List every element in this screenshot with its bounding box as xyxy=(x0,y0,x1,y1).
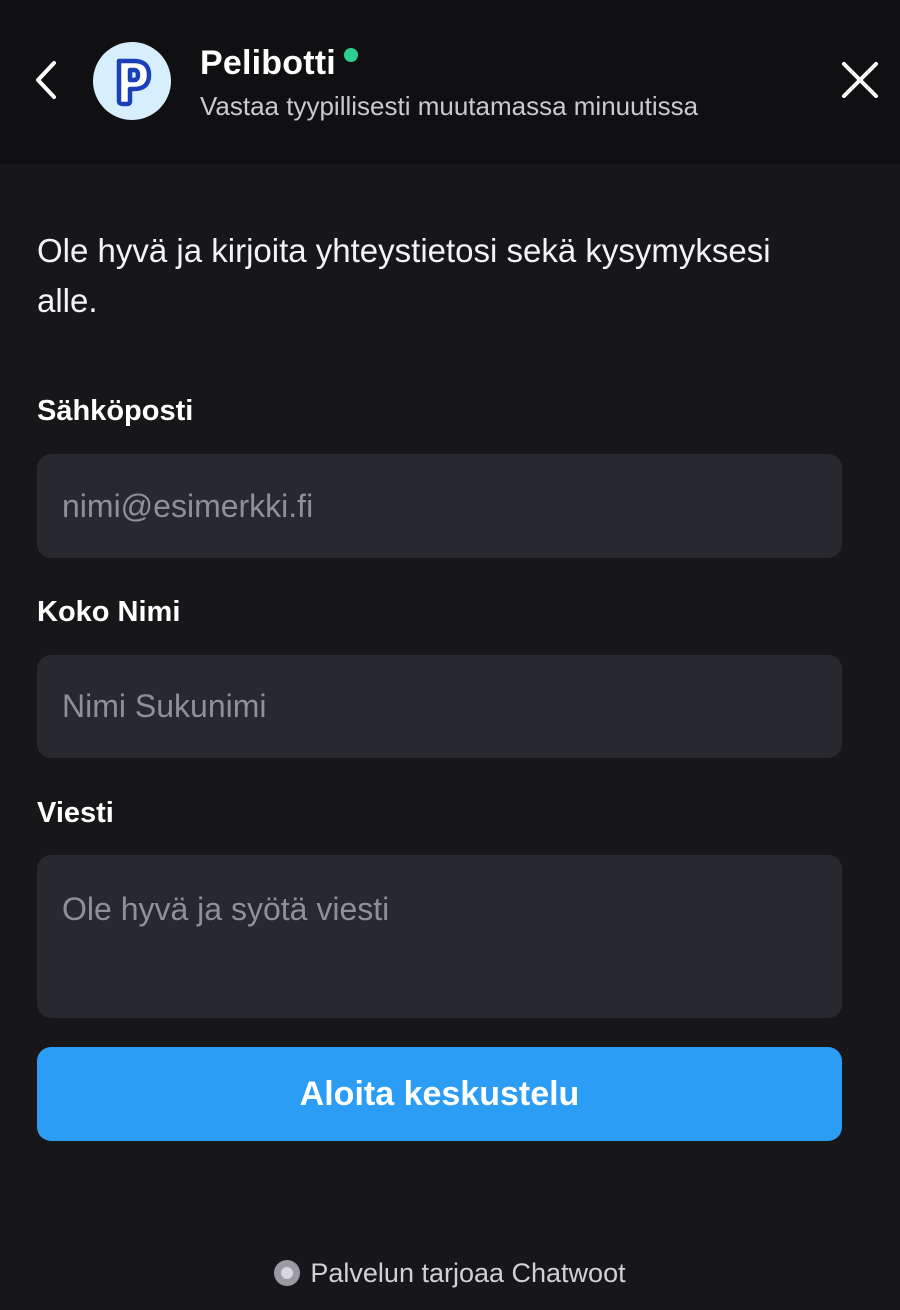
email-label: Sähköposti xyxy=(37,395,194,427)
message-label: Viesti xyxy=(37,797,114,829)
start-conversation-button[interactable]: Aloita keskustelu xyxy=(37,1047,842,1141)
full-name-label: Koko Nimi xyxy=(37,596,181,628)
close-icon xyxy=(842,62,878,98)
close-button[interactable] xyxy=(838,58,882,102)
branding-text: Palvelun tarjoaa Chatwoot xyxy=(310,1258,626,1288)
chatwoot-logo-icon xyxy=(274,1259,301,1286)
powered-by-link[interactable]: Palvelun tarjoaa Chatwoot xyxy=(0,1258,900,1289)
email-input[interactable] xyxy=(37,454,842,558)
pelibotti-logo-icon xyxy=(116,58,152,107)
header-title-group: Pelibotti Vastaa tyypillisesti muutamass… xyxy=(200,44,698,122)
back-button[interactable] xyxy=(28,58,64,102)
form-intro-text: Ole hyvä ja kirjoita yhteystietosi sekä … xyxy=(37,232,771,319)
message-textarea[interactable] xyxy=(37,855,842,1018)
full-name-input[interactable] xyxy=(37,655,842,758)
bot-avatar xyxy=(93,42,171,120)
chat-header: Pelibotti Vastaa tyypillisesti muutamass… xyxy=(0,0,900,164)
chevron-left-icon xyxy=(36,61,56,99)
online-status-dot xyxy=(343,47,358,62)
bot-name: Pelibotti xyxy=(200,44,336,82)
reply-time-status: Vastaa tyypillisesti muutamassa minuutis… xyxy=(200,91,699,121)
